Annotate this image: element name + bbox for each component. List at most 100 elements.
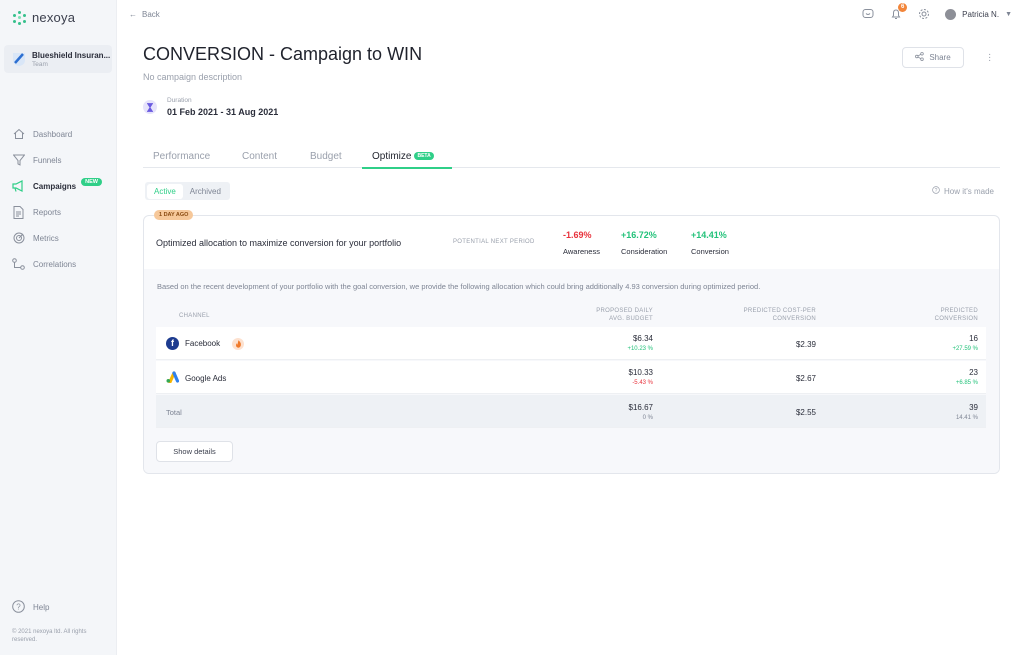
table-row[interactable]: Google Ads $10.33 -5.43 % $2.67 23 +6.85… [156,361,986,394]
sidebar-item-label: Funnels [33,155,62,165]
help-label: Help [33,603,50,612]
kpi-label: Consideration [621,247,668,256]
tab-label: Optimize [372,151,412,162]
total-cpc-value: $2.55 [795,408,816,417]
budget-change: +10.23 % [627,346,653,352]
more-options-icon[interactable]: · · · [988,50,991,66]
info-icon: ? [932,186,940,196]
funnel-icon [12,154,25,167]
column-conv-line2: CONVERSION [934,316,978,322]
share-icon [915,52,925,63]
howto-label: How it's made [944,186,994,196]
how-its-made-link[interactable]: ? How it's made [932,186,994,196]
tab-budget[interactable]: Budget [310,151,342,162]
sidebar-item-label: Metrics [33,233,59,243]
megaphone-icon [12,180,25,193]
new-badge: NEW [81,178,102,186]
conversion-cell: 23 +6.85 % [876,368,978,386]
conversion-cell: 16 +27.59 % [876,334,978,352]
metrics-icon [12,232,25,245]
top-right-actions: 6 Patricia N. ▼ [861,3,1012,21]
gear-icon[interactable] [917,7,931,21]
subtab-active[interactable]: Active [147,183,183,199]
share-button[interactable]: Share [902,47,964,68]
column-conv-line1: PREDICTED [940,308,978,314]
help-link[interactable]: ? Help [12,600,49,615]
copyright: © 2021 nexoya ltd. All rights reserved. [12,629,87,643]
report-icon [12,205,25,219]
budget-change: -5.43 % [632,380,653,386]
cpc-value: $2.39 [795,340,816,349]
chevron-down-icon: ▼ [1005,10,1012,18]
sidebar-item-correlations[interactable]: Correlations [0,251,117,277]
budget-cell: $6.34 +10.23 % [556,334,653,352]
tab-performance[interactable]: Performance [153,151,210,162]
sidebar-item-metrics[interactable]: Metrics [0,225,117,251]
page-title: CONVERSION - Campaign to WIN [143,44,423,64]
share-label: Share [929,53,951,62]
bell-icon[interactable]: 6 [889,3,908,21]
duration: Duration 01 Feb 2021 - 31 Aug 2021 [143,97,278,117]
allocation-table-header: CHANNEL PROPOSED DAILY AVG. BUDGET PREDI… [156,307,986,327]
column-cpc-line2: CONVERSION [772,316,816,322]
facebook-icon: f [166,337,179,350]
active-tab-indicator [362,167,452,169]
team-subtitle: Team [32,60,48,68]
show-details-button[interactable]: Show details [156,441,233,462]
optimization-title: Optimized allocation to maximize convers… [156,238,402,248]
cpc-value: $2.67 [795,374,816,383]
time-ago-badge: 1 DAY AGO [154,210,194,220]
sidebar-item-reports[interactable]: Reports [0,199,117,225]
sidebar-item-label: Reports [33,207,62,217]
allocation-section: Based on the recent development of your … [144,269,999,473]
channel-cell: Google Ads [166,371,226,385]
total-budget-value: $16.67 [628,403,653,412]
column-cost-per-conversion: PREDICTED COST-PER CONVERSION [716,307,816,323]
user-menu[interactable]: Patricia N. ▼ [945,8,1012,20]
kpi-awareness: -1.69% Awareness [563,230,600,256]
total-budget-change: 0 % [642,415,653,421]
home-icon [12,128,25,141]
back-link[interactable]: ← Back [129,10,160,19]
sidebar-item-funnels[interactable]: Funnels [0,147,117,173]
kpi-conversion: +14.41% Conversion [691,230,729,256]
logo-text: nexoya [32,10,76,25]
nexoya-logo-icon [13,10,27,25]
sidebar-item-campaigns[interactable]: Campaigns NEW [0,173,117,199]
kpi-value: +14.41% [691,230,727,240]
column-cpc-line1: PREDICTED COST-PER [743,308,816,314]
tab-optimize[interactable]: Optimize BETA [372,151,434,162]
channel-name: Facebook [185,339,221,348]
kpi-value: -1.69% [563,230,592,240]
user-name: Patricia N. [962,9,1000,19]
column-channel: CHANNEL [179,313,210,319]
team-switcher[interactable]: Blueshield Insuran... Team [4,45,112,73]
kpi-consideration: +16.72% Consideration [621,230,667,256]
subtab-archived[interactable]: Archived [183,184,228,199]
sidebar-item-dashboard[interactable]: Dashboard [0,121,117,147]
hourglass-icon [143,100,157,114]
budget-cell: $10.33 -5.43 % [556,368,653,386]
total-budget-cell: $16.67 0 % [556,403,653,421]
total-conversion-change: 14.41 % [955,415,978,421]
correlations-icon [12,258,25,271]
channel-cell: f Facebook [166,337,245,350]
campaign-description: No campaign description [143,72,243,82]
fire-icon [232,337,245,350]
chat-icon[interactable] [861,7,875,21]
duration-label: Duration [167,97,192,104]
conversion-change: +27.59 % [952,346,978,352]
budget-value: $10.33 [628,368,653,377]
conversion-value: 23 [969,368,978,377]
tab-content[interactable]: Content [242,151,277,162]
budget-value: $6.34 [632,334,653,343]
app-logo[interactable]: nexoya [13,10,75,25]
allocation-explanation: Based on the recent development of your … [157,282,761,291]
table-row[interactable]: f Facebook $6.34 +10.23 % $2.39 16 +27.5… [156,327,986,360]
column-budget: PROPOSED DAILY AVG. BUDGET [556,307,653,323]
campaign-tabs: Performance Content Budget Optimize BETA [143,147,1000,169]
optimization-card: Optimized allocation to maximize convers… [143,215,1000,474]
sidebar-item-label: Campaigns [33,181,77,191]
sidebar-item-label: Correlations [33,259,77,269]
team-name: Blueshield Insuran... [32,50,111,60]
